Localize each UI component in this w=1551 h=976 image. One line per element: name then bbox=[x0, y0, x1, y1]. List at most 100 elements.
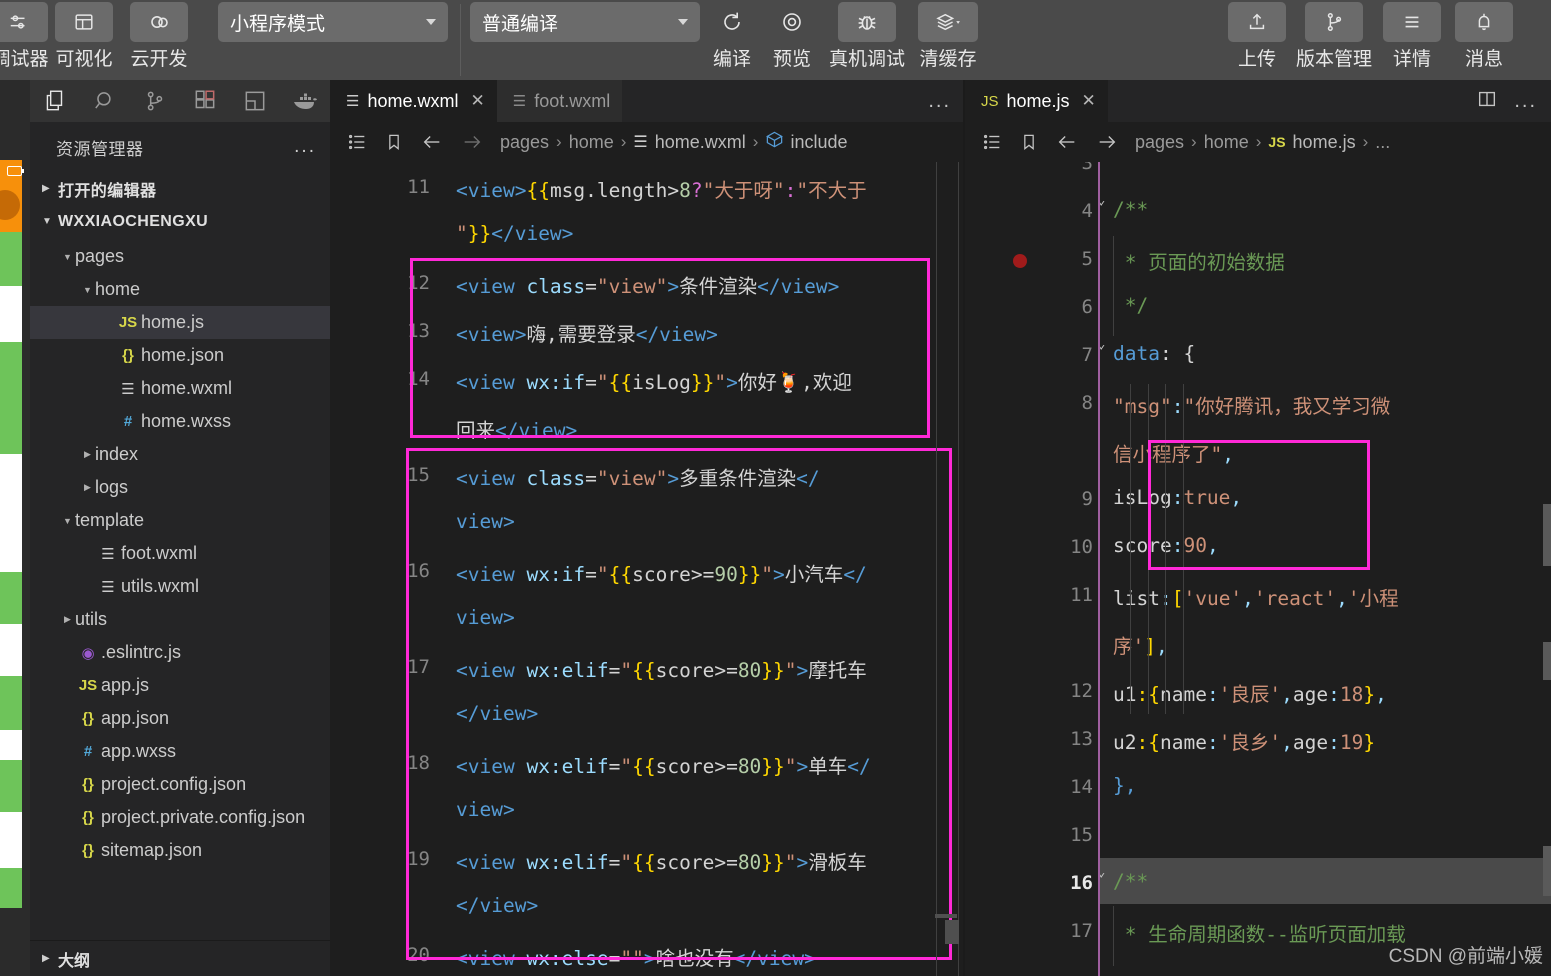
editor-left-tab-actions: ... bbox=[928, 80, 965, 122]
toolbar-button-preview[interactable] bbox=[763, 2, 821, 42]
tree-file[interactable]: JS home.js bbox=[30, 306, 330, 339]
toolbar-button-device-debug[interactable] bbox=[838, 2, 896, 42]
forward-arrow-icon[interactable] bbox=[460, 131, 484, 153]
bookmark-icon[interactable] bbox=[384, 131, 404, 153]
breadcrumb-crumb-file[interactable]: home.js bbox=[1293, 132, 1356, 153]
tree-folder[interactable]: ▼ home bbox=[30, 273, 330, 306]
breadcrumb-symbol-include[interactable]: include bbox=[790, 132, 847, 153]
toolbar-button-cloud-dev[interactable] bbox=[130, 2, 188, 42]
close-icon[interactable]: ✕ bbox=[1082, 91, 1096, 111]
back-arrow-icon[interactable] bbox=[420, 131, 444, 153]
toolbar-button-clear-cache[interactable] bbox=[918, 2, 978, 42]
chevron-right-icon: ▶ bbox=[84, 482, 91, 492]
tree-folder[interactable]: ▶ logs bbox=[30, 471, 330, 504]
code-line: /** bbox=[1113, 870, 1149, 893]
chevron-right-icon: ▶ bbox=[42, 953, 50, 964]
tree-file[interactable]: ◉ .eslintrc.js bbox=[30, 636, 330, 669]
sidebar-section-outline[interactable]: ▶ 大纲 bbox=[30, 940, 330, 976]
tree-item-label: pages bbox=[75, 246, 125, 266]
simulator-block bbox=[0, 232, 22, 286]
toolbar-button-upload[interactable] bbox=[1228, 2, 1286, 42]
tree-file[interactable]: # home.wxss bbox=[30, 405, 330, 438]
toolbar-label-detail: 详情 bbox=[1392, 49, 1431, 70]
sidebar-section-project[interactable]: ▼ WXXIAOCHENGXU bbox=[30, 205, 330, 238]
list-icon[interactable] bbox=[346, 131, 368, 153]
line-number: 5 bbox=[1081, 248, 1093, 270]
tab-foot-wxml[interactable]: ☰ foot.wxml bbox=[496, 80, 623, 122]
simulator-block bbox=[0, 730, 22, 760]
toolbar-button-debugger[interactable] bbox=[0, 2, 48, 42]
extensions-icon[interactable] bbox=[180, 80, 230, 122]
current-line-highlight bbox=[1099, 858, 1551, 904]
toolbar-button-version[interactable] bbox=[1305, 2, 1363, 42]
close-icon[interactable]: ✕ bbox=[470, 91, 484, 111]
tree-file[interactable]: JS app.js bbox=[30, 669, 330, 702]
tree-folder[interactable]: ▼ pages bbox=[30, 240, 330, 273]
line-number: 16 bbox=[407, 560, 430, 582]
breadcrumb-separator: › bbox=[1255, 132, 1262, 151]
layout-icon[interactable] bbox=[230, 80, 280, 122]
toolbar-button-compile[interactable] bbox=[703, 2, 761, 42]
tab-home-js[interactable]: JS home.js ✕ bbox=[965, 80, 1108, 122]
toolbar-button-detail[interactable] bbox=[1383, 2, 1441, 42]
tree-folder[interactable]: ▶ index bbox=[30, 438, 330, 471]
minimap-region[interactable] bbox=[1543, 846, 1551, 896]
breakpoint-marker[interactable] bbox=[1013, 254, 1027, 268]
tree-file[interactable]: ☰ home.wxml bbox=[30, 372, 330, 405]
more-icon[interactable]: ... bbox=[928, 90, 951, 113]
tree-file[interactable]: {} project.private.config.json bbox=[30, 801, 330, 834]
bookmark-icon[interactable] bbox=[1019, 131, 1039, 153]
tree-file[interactable]: # app.wxss bbox=[30, 735, 330, 768]
compile-select[interactable]: 普通编译 bbox=[470, 2, 700, 42]
split-editor-icon[interactable] bbox=[1476, 88, 1498, 115]
sidebar-more-icon[interactable]: ... bbox=[294, 136, 316, 158]
editor-scrollbar-thumb[interactable] bbox=[945, 920, 959, 944]
breadcrumb-crumb-home[interactable]: home bbox=[569, 132, 614, 153]
docker-icon[interactable] bbox=[280, 80, 330, 122]
json-file-icon: {} bbox=[122, 347, 134, 364]
tree-file[interactable]: ☰ utils.wxml bbox=[30, 570, 330, 603]
line-number: 12 bbox=[1070, 680, 1093, 702]
breadcrumb-crumb-home[interactable]: home bbox=[1204, 132, 1249, 153]
wxml-icon: ☰ bbox=[633, 134, 648, 151]
forward-arrow-icon[interactable] bbox=[1095, 131, 1119, 153]
simulator-avatar bbox=[0, 190, 20, 220]
tree-item-label: sitemap.json bbox=[101, 840, 203, 860]
tree-folder[interactable]: ▶ utils bbox=[30, 603, 330, 636]
search-icon[interactable] bbox=[80, 80, 130, 122]
breadcrumb-crumb-pages[interactable]: pages bbox=[500, 132, 549, 153]
tree-folder[interactable]: ▼ template bbox=[30, 504, 330, 537]
back-arrow-icon[interactable] bbox=[1055, 131, 1079, 153]
code-line: list:['vue','react','小程 bbox=[1113, 587, 1399, 610]
tree-item-label: home.json bbox=[141, 345, 225, 365]
toolbar-button-visual[interactable] bbox=[55, 2, 113, 42]
minimap-region[interactable] bbox=[1543, 504, 1551, 566]
more-icon[interactable]: ... bbox=[1514, 90, 1537, 113]
tree-file[interactable]: {} app.json bbox=[30, 702, 330, 735]
tree-file[interactable]: {} project.config.json bbox=[30, 768, 330, 801]
sidebar-section-open-editors[interactable]: ▶ 打开的编辑器 bbox=[30, 172, 330, 205]
mode-select[interactable]: 小程序模式 bbox=[218, 2, 448, 42]
toolbar-button-message[interactable] bbox=[1455, 2, 1513, 42]
tab-home-wxml[interactable]: ☰ home.wxml ✕ bbox=[330, 80, 497, 122]
breadcrumb-separator: › bbox=[620, 132, 627, 151]
tree-file[interactable]: {} home.json bbox=[30, 339, 330, 372]
chevron-right-icon: ▶ bbox=[64, 614, 71, 624]
breadcrumb-crumb-file[interactable]: home.wxml bbox=[655, 132, 746, 153]
breadcrumb-crumb-more[interactable]: ... bbox=[1375, 132, 1390, 153]
explorer-icon[interactable] bbox=[30, 80, 80, 122]
tree-item-label: app.json bbox=[101, 708, 170, 728]
editor-right-code[interactable]: 3 4 ⌄/** 5 * 页面的初始数据 6 */7 ⌄ data: {8 "msg":"你好… bbox=[965, 162, 1551, 976]
minimap-region[interactable] bbox=[1543, 642, 1551, 680]
line-number: 13 bbox=[407, 320, 430, 342]
source-control-icon[interactable] bbox=[130, 80, 180, 122]
line-number: 17 bbox=[1070, 920, 1093, 942]
list-icon[interactable] bbox=[981, 131, 1003, 153]
minimap-edge bbox=[936, 162, 937, 976]
tree-file[interactable]: {} sitemap.json bbox=[30, 834, 330, 867]
breadcrumb-crumb-pages[interactable]: pages bbox=[1135, 132, 1184, 153]
tree-file[interactable]: ☰ foot.wxml bbox=[30, 537, 330, 570]
code-line: /** bbox=[1113, 198, 1149, 221]
editor-left-code[interactable]: 11 <view>{{msg.length>8?"大于呀":"不大于 "}}</vi… bbox=[330, 162, 965, 976]
code-line: view> bbox=[456, 798, 515, 821]
